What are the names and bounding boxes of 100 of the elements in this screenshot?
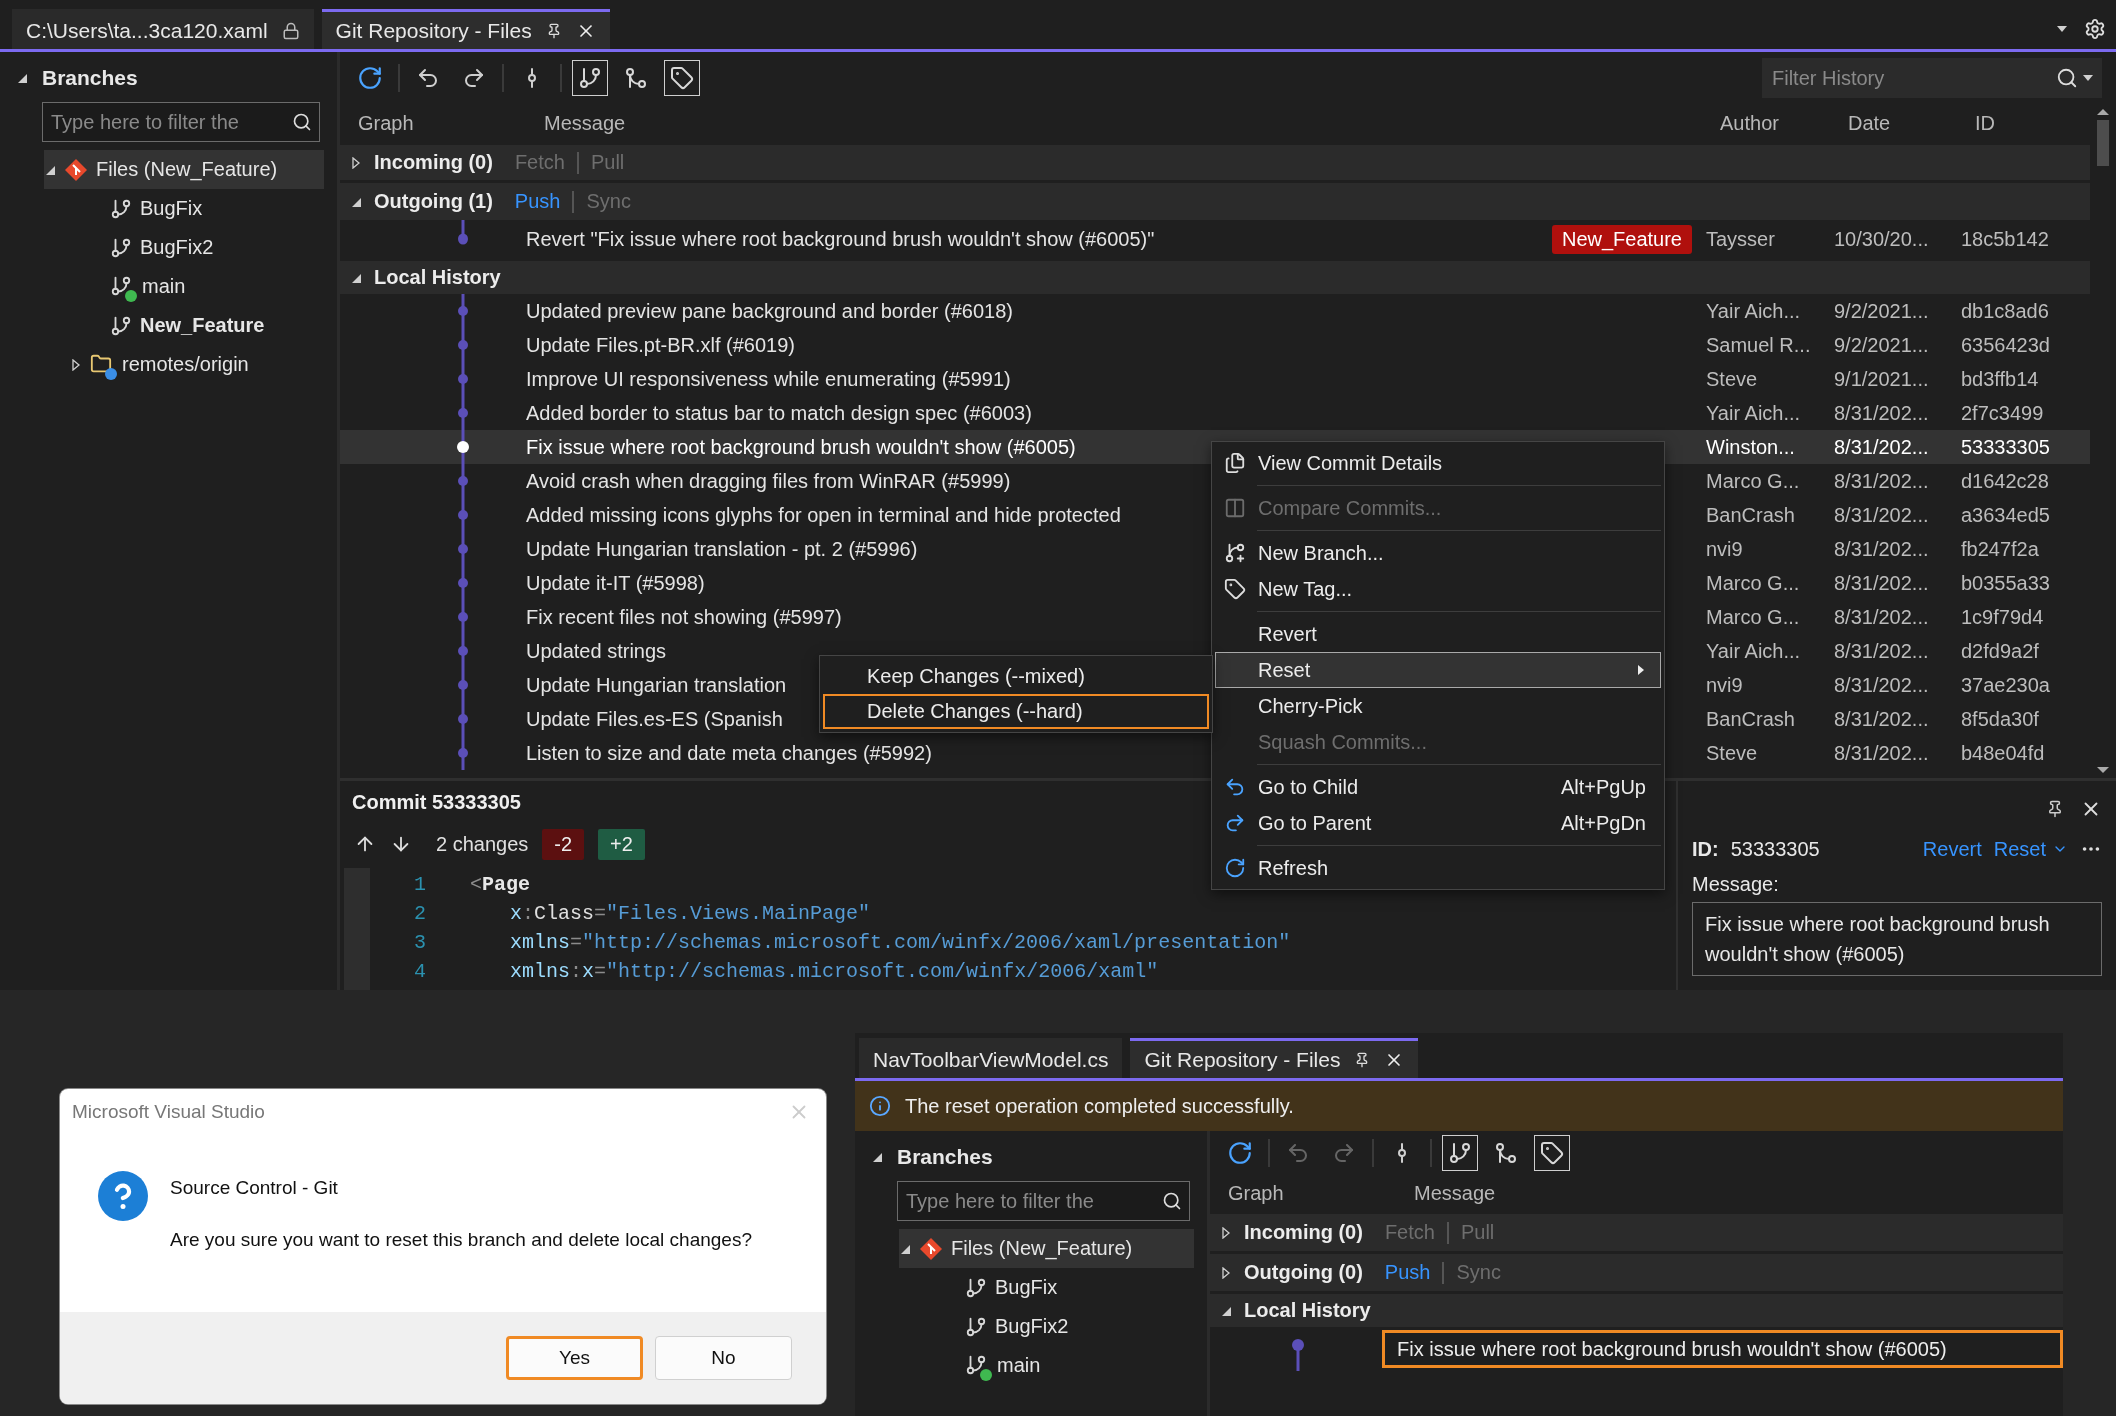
action-link[interactable]: Push bbox=[514, 190, 561, 213]
document-tab[interactable]: Git Repository - Files bbox=[1130, 1038, 1419, 1078]
menu-item[interactable]: Delete Changes (--hard) bbox=[823, 694, 1209, 729]
action-link[interactable]: Push bbox=[1384, 1261, 1431, 1284]
date-cell-text: 8/31/202... bbox=[1833, 571, 1930, 595]
section-header[interactable]: Local History bbox=[1210, 1291, 2063, 1327]
search-icon[interactable] bbox=[2056, 67, 2078, 89]
branch-icon[interactable] bbox=[578, 66, 602, 90]
branch-tree-item[interactable]: BugFix2 bbox=[44, 228, 324, 267]
column-header[interactable]: ID bbox=[1957, 111, 2090, 135]
document-tab[interactable]: C:\Users\ta...3ca120.xaml bbox=[12, 9, 314, 49]
expander-icon[interactable] bbox=[16, 72, 28, 84]
commit-message[interactable]: Added missing icons glyphs for open in terminal and hide protected bbox=[526, 503, 1121, 527]
column-header[interactable]: Message bbox=[1396, 1181, 2063, 1205]
branch-merge-icon[interactable] bbox=[1494, 1141, 1518, 1165]
dialog-button[interactable]: No bbox=[655, 1336, 792, 1380]
commit-message[interactable]: Updated strings bbox=[526, 639, 667, 663]
dropdown-caret-icon[interactable] bbox=[2056, 25, 2068, 33]
settings-icon[interactable] bbox=[2084, 18, 2106, 40]
branch-tree-item[interactable]: Files (New_Feature) bbox=[899, 1229, 1194, 1268]
branch-toggle[interactable] bbox=[1442, 1135, 1478, 1171]
commit-node-icon bbox=[455, 600, 471, 634]
menu-item[interactable]: New Tag... bbox=[1215, 571, 1661, 607]
tag-toggle[interactable] bbox=[1534, 1135, 1570, 1171]
branch-toggle[interactable] bbox=[572, 60, 608, 96]
branch-tree-item[interactable]: main bbox=[899, 1346, 1194, 1385]
commit-message[interactable]: Update Files.pt-BR.xlf (#6019) bbox=[526, 333, 795, 357]
section-header[interactable]: Outgoing (0) Push Sync bbox=[1210, 1251, 2063, 1291]
branch-tree-item[interactable]: BugFix bbox=[44, 189, 324, 228]
filter-field[interactable]: Type here to filter the bbox=[897, 1181, 1190, 1221]
expander-icon[interactable] bbox=[70, 358, 82, 371]
tag-icon[interactable] bbox=[1540, 1141, 1564, 1165]
date-cell-text: 8/31/202... bbox=[1833, 435, 1930, 459]
commit-message[interactable]: Added border to status bar to match design spec (#6003) bbox=[526, 401, 1032, 425]
dialog-button[interactable]: Yes bbox=[506, 1336, 643, 1380]
document-tab[interactable]: Git Repository - Files bbox=[321, 9, 610, 49]
filter-history-field[interactable]: Filter History bbox=[1762, 58, 2102, 98]
menu-item[interactable]: Go to Parent Alt+PgDn bbox=[1215, 805, 1661, 841]
menu-item[interactable]: Refresh bbox=[1215, 850, 1661, 886]
date-cell-text: 8/31/202... bbox=[1833, 537, 1930, 561]
menu-item[interactable]: Go to Child Alt+PgUp bbox=[1215, 769, 1661, 805]
menu-item[interactable]: Revert bbox=[1215, 616, 1661, 652]
commit-message[interactable]: Fix issue where root background brush wouldn't show (#6005) bbox=[526, 435, 1076, 459]
line-number: 1 bbox=[413, 873, 427, 896]
expander-icon[interactable] bbox=[350, 156, 362, 169]
commit-message[interactable]: Update Files.es-ES (Spanish bbox=[526, 707, 783, 731]
filter-field[interactable]: Type here to filter the bbox=[42, 102, 320, 142]
search-icon[interactable] bbox=[292, 112, 312, 132]
commit-message[interactable]: Fix issue where root background brush wouldn't show (#6005) bbox=[1382, 1330, 2063, 1368]
section-header[interactable]: Local History bbox=[340, 258, 2090, 294]
commit-id-cell-text: 37ae230a bbox=[1960, 673, 2051, 697]
scroll-up-icon[interactable] bbox=[2096, 108, 2110, 116]
commit-message[interactable]: Revert "Fix issue where root background brush wouldn't show (#6005)" bbox=[526, 227, 1155, 251]
scroll-down-icon[interactable] bbox=[2096, 766, 2110, 774]
column-header[interactable]: Graph bbox=[340, 111, 526, 135]
branch-tree-item[interactable]: remotes/origin bbox=[44, 345, 324, 384]
menu-item[interactable]: Keep Changes (--mixed) bbox=[823, 659, 1209, 694]
message-field[interactable]: Fix issue where root background brush wouldn't show (#6005) bbox=[1692, 902, 2102, 976]
menu-item[interactable]: Cherry-Pick bbox=[1215, 688, 1661, 724]
branch-tree-item[interactable]: Files (New_Feature) bbox=[44, 150, 324, 189]
commit-message[interactable]: Avoid crash when dragging files from WinRAR (#5999) bbox=[526, 469, 1011, 493]
menu-item[interactable]: Reset bbox=[1215, 652, 1661, 688]
section-header[interactable]: Outgoing (1) Push Sync bbox=[340, 180, 2090, 220]
menu-item[interactable]: New Branch... bbox=[1215, 535, 1661, 571]
search-icon[interactable] bbox=[1162, 1191, 1182, 1211]
arrow-right-icon[interactable] bbox=[462, 66, 486, 90]
branch-tree-item[interactable]: New_Feature bbox=[44, 306, 324, 345]
section-header[interactable]: Incoming (0) Fetch Pull bbox=[340, 142, 2090, 180]
commit-message[interactable]: Update it-IT (#5998) bbox=[526, 571, 705, 595]
section-header[interactable]: Incoming (0) Fetch Pull bbox=[1210, 1211, 2063, 1251]
pin-icon[interactable] bbox=[2046, 800, 2064, 818]
branch-tree-item[interactable]: BugFix2 bbox=[899, 1307, 1194, 1346]
arrow-left-icon[interactable] bbox=[416, 66, 440, 90]
column-header[interactable]: Graph bbox=[1210, 1181, 1396, 1205]
column-header[interactable]: Message bbox=[526, 111, 1702, 135]
commit-message[interactable]: Fix recent files not showing (#5997) bbox=[526, 605, 842, 629]
commit-message[interactable]: Update Hungarian translation - pt. 2 (#5996) bbox=[526, 537, 918, 561]
commit-message[interactable]: Update Hungarian translation bbox=[526, 673, 787, 697]
git-repo-icon bbox=[64, 157, 88, 182]
menu-item[interactable]: View Commit Details bbox=[1215, 445, 1661, 481]
branch-merge-icon[interactable] bbox=[624, 66, 648, 90]
expander-icon[interactable] bbox=[871, 1151, 883, 1163]
expander-icon[interactable] bbox=[1220, 1226, 1232, 1239]
tag-icon[interactable] bbox=[670, 66, 694, 90]
branch-tree-item[interactable]: BugFix bbox=[899, 1268, 1194, 1307]
tag-toggle[interactable] bbox=[664, 60, 700, 96]
action-link[interactable]: Reset bbox=[1993, 837, 2068, 861]
commit-message[interactable]: Updated preview pane background and border (#6018) bbox=[526, 299, 1013, 323]
column-header[interactable]: Author bbox=[1702, 111, 1830, 135]
branch-tree-item[interactable]: main bbox=[44, 267, 324, 306]
action-link[interactable]: Revert bbox=[1922, 837, 1982, 861]
caret-icon[interactable] bbox=[2082, 74, 2094, 82]
document-tab[interactable]: NavToolbarViewModel.cs bbox=[859, 1038, 1123, 1078]
expander-icon[interactable] bbox=[1220, 1266, 1232, 1279]
column-header[interactable]: Date bbox=[1830, 111, 1957, 135]
commit-id-cell-text: 53333305 bbox=[1960, 435, 2051, 459]
scroll-thumb[interactable] bbox=[2097, 120, 2109, 166]
commit-message[interactable]: Listen to size and date meta changes (#5992) bbox=[526, 741, 932, 765]
commit-message[interactable]: Improve UI responsiveness while enumerating (#5991) bbox=[526, 367, 1011, 391]
branch-icon[interactable] bbox=[1448, 1141, 1472, 1165]
